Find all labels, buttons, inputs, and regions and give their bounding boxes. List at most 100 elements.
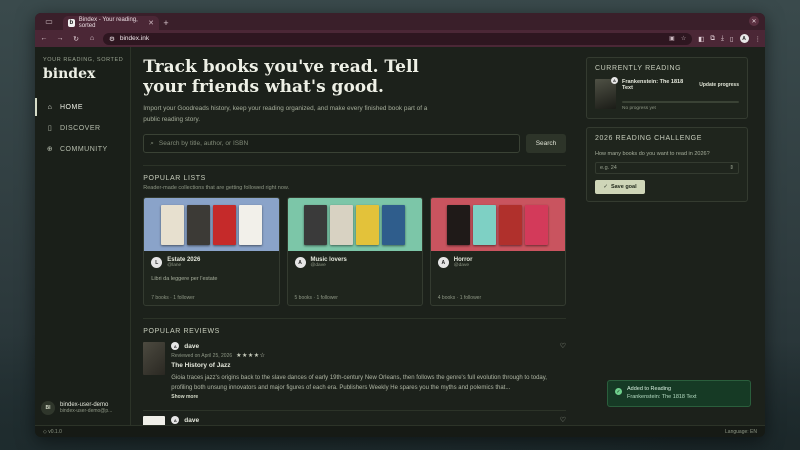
show-more-button[interactable]: Show more	[171, 394, 566, 400]
list-owner: @lane	[167, 263, 182, 268]
sidebar-item-home[interactable]: ⌂ HOME	[35, 98, 130, 116]
reload-icon[interactable]: ↻	[71, 35, 81, 43]
search-icon: ⌕	[150, 139, 154, 147]
update-progress-button[interactable]: Update progress	[699, 82, 739, 88]
list-description: Libri da leggere per l'estate	[151, 276, 218, 282]
bookmark-star-icon[interactable]: ☆	[681, 35, 686, 42]
review-book-title[interactable]: The History of Jazz	[171, 362, 566, 369]
book-cover[interactable]: A	[595, 77, 618, 109]
book-cover	[356, 204, 380, 245]
progress-bar	[622, 101, 739, 103]
home-page-icon[interactable]: ⌂	[87, 35, 97, 42]
forward-icon[interactable]: →	[55, 35, 65, 42]
challenge-question: How many books do you want to read in 20…	[595, 151, 710, 157]
list-owner: @dave	[453, 263, 470, 268]
sidebar-nav: ⌂ HOME ▯ DISCOVER ⊕ COMMUNITY	[35, 98, 130, 158]
list-card-estate[interactable]: L Estate 2026 @lane Libri da leggere per…	[143, 197, 280, 306]
back-icon[interactable]: ←	[39, 35, 49, 42]
review-date: Reviewed on April 25, 2026	[171, 352, 233, 359]
review-text: Gioia traces jazz's origins back to the …	[171, 375, 547, 391]
download-icon[interactable]: ⤓	[721, 35, 724, 43]
brand-logo[interactable]: bindex	[43, 66, 130, 82]
reading-challenge-panel: 2026 READING CHALLENGE How many books do…	[586, 127, 748, 202]
tab-title: Bindex - Your reading, sorted	[78, 17, 138, 29]
book-icon: ▯	[47, 125, 53, 132]
tab-bindex[interactable]: b Bindex - Your reading, sorted ✕	[63, 16, 159, 30]
tab-search-icon[interactable]: ▭	[35, 13, 63, 30]
book-cover	[447, 204, 471, 245]
avatar: BI	[41, 401, 55, 415]
sidebar-user[interactable]: BI bindex-user-demo bindex-user-demo@p..…	[41, 401, 112, 415]
list-card-horror[interactable]: A Horror @dave 4 books · 1 follower	[429, 197, 567, 306]
heart-icon[interactable]: ♡	[560, 416, 566, 424]
search-input[interactable]: ⌕ Search by title, author, or ISBN	[143, 134, 520, 153]
url-text: bindex.ink	[119, 35, 150, 42]
review-user[interactable]: dave	[184, 343, 199, 350]
list-covers	[287, 198, 422, 251]
site-info-icon[interactable]: ⚙	[109, 35, 115, 43]
popular-lists: L Estate 2026 @lane Libri da leggere per…	[143, 197, 567, 306]
panel-title: 2026 READING CHALLENGE	[595, 135, 702, 142]
browser-toolbar: ← → ↻ ⌂ ⚙ bindex.ink ▣ ☆ ◧ ⧉ ⤓ ▯ A ⋮	[35, 30, 765, 47]
page-title: Track books you've read. Tell your frien…	[143, 57, 419, 97]
stepper-icon[interactable]: ⇕	[729, 165, 734, 171]
divider	[143, 165, 566, 166]
avatar: L	[151, 257, 163, 268]
book-cover[interactable]	[143, 416, 166, 425]
progress-label: No progress yet	[622, 106, 656, 111]
hero-subtitle: Import your Goodreads history, keep your…	[143, 105, 428, 123]
user-email: bindex-user-demo@p...	[60, 408, 113, 414]
cast-icon[interactable]: ▣	[669, 35, 675, 42]
list-covers	[144, 198, 279, 251]
review-user[interactable]: dave	[184, 417, 199, 424]
search-button[interactable]: Search	[526, 134, 566, 153]
list-covers	[430, 198, 566, 251]
toast-notification[interactable]: ✓ Added to Reading Frankenstein: The 181…	[607, 380, 751, 407]
book-cover	[473, 204, 497, 245]
sidebar-item-discover[interactable]: ▯ DISCOVER	[35, 119, 130, 137]
extension-icon[interactable]: ◧	[698, 35, 704, 43]
new-tab-button[interactable]: +	[159, 16, 173, 30]
book-cover	[499, 204, 523, 245]
book-cover	[304, 204, 328, 245]
bindex-favicon-icon: b	[68, 19, 75, 27]
language-selector[interactable]: Language: EN	[725, 429, 757, 435]
address-bar[interactable]: ⚙ bindex.ink ▣ ☆	[103, 32, 693, 45]
page-viewport: YOUR READING, SORTED bindex ⌂ HOME ▯ DIS…	[35, 47, 765, 425]
sidebar-item-community[interactable]: ⊕ COMMUNITY	[35, 140, 130, 158]
reading-book-title[interactable]: Frankenstein: The 1818 Text	[622, 79, 695, 91]
book-cover	[160, 204, 184, 245]
popular-lists-subtitle: Reader-made collections that are getting…	[143, 185, 290, 191]
version-text: v0.1.0	[48, 428, 62, 435]
window-close-icon[interactable]: ✕	[749, 16, 759, 26]
menu-kebab-icon[interactable]: ⋮	[755, 35, 762, 43]
popular-reviews-title: POPULAR REVIEWS	[143, 328, 220, 335]
avatar: A	[171, 342, 180, 350]
book-cover	[212, 204, 236, 245]
book-cover[interactable]	[143, 342, 166, 375]
profile-avatar[interactable]: A	[739, 34, 749, 43]
close-tab-icon[interactable]: ✕	[148, 19, 154, 27]
book-cover	[186, 204, 210, 245]
reader-badge-icon: A	[611, 77, 618, 84]
sidepanel-icon[interactable]: ▯	[730, 35, 734, 43]
save-goal-button[interactable]: ✓ Save goal	[595, 180, 645, 194]
puzzle-icon[interactable]: ⧉	[710, 35, 715, 43]
save-goal-label: Save goal	[610, 184, 637, 190]
toast-title: Added to Reading	[627, 386, 672, 392]
check-icon: ✓	[603, 184, 608, 190]
popular-lists-title: POPULAR LISTS	[143, 175, 206, 182]
goal-input[interactable]: e.g. 24 ⇕	[595, 162, 739, 174]
list-owner: @dave	[310, 263, 326, 268]
review-item: A dave ♡ Reviewed on April 25, 2026 ★★★★…	[143, 342, 566, 400]
sidebar-item-label: DISCOVER	[60, 124, 101, 132]
list-card-music-lovers[interactable]: A Music lovers @dave 5 books · 1 followe…	[286, 197, 423, 306]
book-cover	[330, 204, 354, 245]
book-cover	[382, 204, 406, 245]
search-row: ⌕ Search by title, author, or ISBN Searc…	[143, 134, 566, 153]
heart-icon[interactable]: ♡	[560, 342, 566, 350]
globe-icon: ⊕	[46, 146, 54, 153]
avatar: A	[294, 257, 306, 268]
list-meta: 5 books · 1 follower	[294, 295, 338, 301]
page-footer: ◇ v0.1.0 Language: EN	[35, 425, 765, 437]
